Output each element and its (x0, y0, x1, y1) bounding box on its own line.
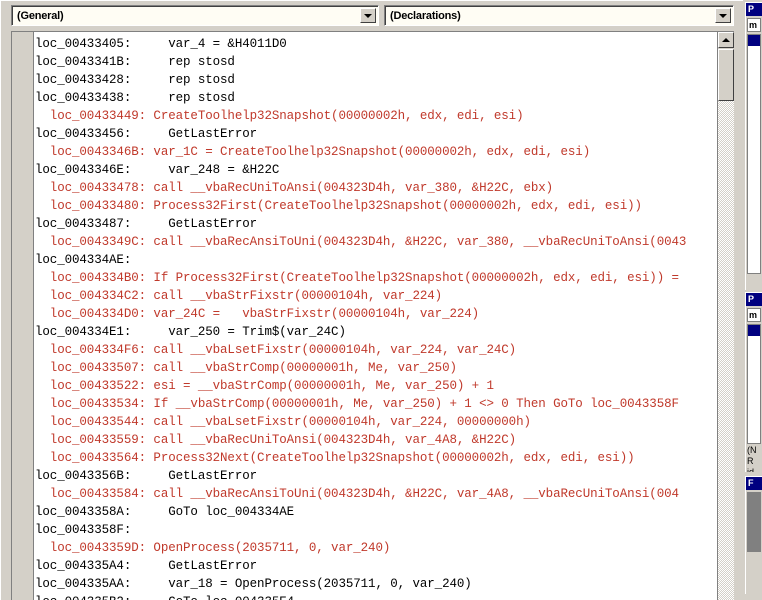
code-line[interactable]: loc_00433564: Process32Next(CreateToolhe… (35, 449, 716, 467)
code-line[interactable]: loc_0043346B: var_1C = CreateToolhelp32S… (35, 143, 716, 161)
code-window-combo-bar: (General) (Declarations) (1, 1, 744, 31)
window-left-gutter (1, 31, 11, 600)
chevron-down-icon (364, 13, 372, 18)
properties-lower-grid[interactable] (747, 324, 761, 444)
property-row[interactable] (748, 90, 760, 101)
procedure-object-combo-value: (General) (17, 9, 64, 22)
member-combo-dropdown-button[interactable] (715, 8, 731, 23)
properties-lower-panel[interactable]: P m (N R id (745, 292, 762, 472)
code-line[interactable]: loc_00433522: esi = __vbaStrComp(0000000… (35, 377, 716, 395)
property-description-title: (N (747, 445, 757, 455)
form-layout-window[interactable]: F (745, 476, 762, 594)
code-line[interactable]: loc_00433478: call __vbaRecUniToAnsi(004… (35, 179, 716, 197)
code-line[interactable]: loc_00433405: var_4 = &H4011D0 (35, 35, 716, 53)
code-line[interactable]: loc_00433584: call __vbaRecAnsiToUni(004… (35, 485, 716, 503)
property-row[interactable] (748, 325, 760, 336)
code-line[interactable]: loc_004334D0: var_24C = vbaStrFixstr(000… (35, 305, 716, 323)
procedure-member-combo[interactable]: (Declarations) (384, 5, 734, 26)
triangle-up-icon (722, 38, 730, 42)
property-description-line-2: id (747, 467, 755, 472)
code-line[interactable]: loc_00433480: Process32First(CreateToolh… (35, 197, 716, 215)
code-line[interactable]: loc_004334C2: call __vbaStrFixstr(000001… (35, 287, 716, 305)
code-line[interactable]: loc_00433428: rep stosd (35, 71, 716, 89)
property-row[interactable] (748, 68, 760, 79)
code-window: (General) (Declarations) loc_00433405: v… (0, 0, 744, 600)
code-line[interactable]: loc_0043356B: GetLastError (35, 467, 716, 485)
property-row[interactable] (748, 79, 760, 90)
combo-inner-bevel (12, 6, 378, 25)
code-line[interactable]: loc_004334F6: call __vbaLsetFixstr(00000… (35, 341, 716, 359)
code-line[interactable]: loc_0043358F: (35, 521, 716, 539)
code-editor-pane[interactable]: loc_00433405: var_4 = &H4011D0 loc_004334… (11, 31, 734, 600)
code-vertical-scrollbar[interactable] (717, 32, 734, 600)
procedure-member-combo-value: (Declarations) (390, 9, 461, 22)
properties-lower-title: P (746, 293, 762, 306)
code-line[interactable]: loc_0043341B: rep stosd (35, 53, 716, 71)
code-line[interactable]: loc_0043346E: var_248 = &H22C (35, 161, 716, 179)
code-line[interactable]: loc_004335AA: var_18 = OpenProcess(20357… (35, 575, 716, 593)
property-row[interactable] (748, 336, 760, 347)
form-layout-canvas[interactable] (747, 492, 761, 552)
procedure-object-combo[interactable]: (General) (11, 5, 379, 26)
code-line[interactable]: loc_00433534: If __vbaStrComp(00000001h,… (35, 395, 716, 413)
docked-panels-strip: P m P m (N R id F (743, 0, 762, 600)
properties-lower-combo[interactable]: m (747, 308, 761, 322)
code-text-surface[interactable]: loc_00433405: var_4 = &H4011D0 loc_004334… (35, 32, 716, 600)
code-line[interactable]: loc_004334E1: var_250 = Trim$(var_24C) (35, 323, 716, 341)
code-line[interactable]: loc_0043349C: call __vbaRecAnsiToUni(004… (35, 233, 716, 251)
breakpoint-margin[interactable] (12, 32, 34, 600)
procedure-combo-dropdown-button[interactable] (360, 8, 376, 23)
scrollbar-thumb[interactable] (718, 49, 734, 101)
code-line[interactable]: loc_00433456: GetLastError (35, 125, 716, 143)
code-line[interactable]: loc_00433544: call __vbaLsetFixstr(00000… (35, 413, 716, 431)
code-line[interactable]: loc_00433559: call __vbaRecUniToAnsi(004… (35, 431, 716, 449)
code-line[interactable]: loc_00433449: CreateToolhelp32Snapshot(0… (35, 107, 716, 125)
property-row[interactable] (748, 101, 760, 112)
code-line[interactable]: loc_004335B2: GoTo loc_004335E4 (35, 593, 716, 600)
form-layout-title: F (746, 477, 762, 490)
property-row[interactable] (748, 46, 760, 57)
code-line[interactable]: loc_004334B0: If Process32First(CreateTo… (35, 269, 716, 287)
code-line[interactable]: loc_0043359D: OpenProcess(2035711, 0, va… (35, 539, 716, 557)
code-line[interactable]: loc_004335A4: GetLastError (35, 557, 716, 575)
scroll-up-button[interactable] (718, 32, 734, 48)
code-line[interactable]: loc_0043358A: GoTo loc_004334AE (35, 503, 716, 521)
property-row[interactable] (748, 57, 760, 68)
code-line[interactable]: loc_004334AE: (35, 251, 716, 269)
property-description-line-1: R (747, 456, 754, 466)
chevron-down-icon (719, 13, 727, 18)
code-line[interactable]: loc_00433438: rep stosd (35, 89, 716, 107)
property-row[interactable] (748, 35, 760, 46)
properties-window[interactable]: P m (745, 2, 762, 290)
properties-object-combo[interactable]: m (747, 18, 761, 32)
code-line-list: loc_00433405: var_4 = &H4011D0 loc_004334… (35, 35, 716, 600)
properties-window-title: P (746, 3, 762, 16)
code-line[interactable]: loc_00433487: GetLastError (35, 215, 716, 233)
scrollbar-track[interactable] (718, 49, 734, 600)
properties-grid[interactable] (747, 34, 761, 274)
property-row[interactable] (748, 347, 760, 358)
code-line[interactable]: loc_00433507: call __vbaStrComp(00000001… (35, 359, 716, 377)
vb6-code-window-screenshot: (General) (Declarations) loc_00433405: v… (0, 0, 762, 600)
